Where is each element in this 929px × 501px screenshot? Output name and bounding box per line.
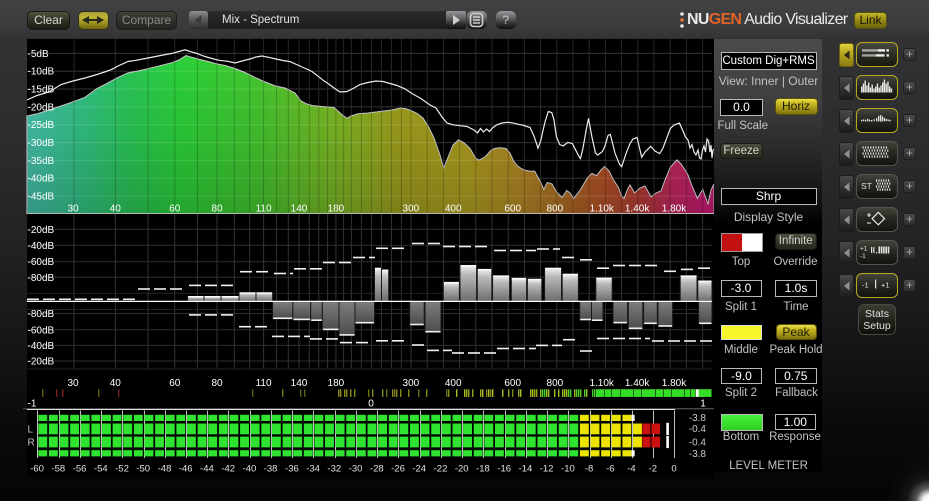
svg-text:180: 180 <box>328 204 345 215</box>
svg-text:-36: -36 <box>285 464 299 475</box>
svg-text:-15dB: -15dB <box>28 85 55 96</box>
svg-text:110: 110 <box>256 204 272 215</box>
svg-text:-42: -42 <box>221 464 235 475</box>
svg-text:0: 0 <box>671 464 676 475</box>
svg-text:60: 60 <box>169 378 181 389</box>
svg-text:-28: -28 <box>370 464 384 475</box>
svg-text:140: 140 <box>291 204 308 215</box>
svg-text:-45dB: -45dB <box>28 192 55 203</box>
svg-text:300: 300 <box>403 204 420 215</box>
svg-text:-44: -44 <box>200 464 214 475</box>
svg-text:-40dB: -40dB <box>28 174 55 185</box>
svg-text:300: 300 <box>403 378 420 389</box>
svg-text:-1: -1 <box>28 399 37 410</box>
svg-text:-14: -14 <box>519 464 533 475</box>
svg-text:-2: -2 <box>649 464 657 475</box>
svg-text:-35dB: -35dB <box>28 156 55 167</box>
svg-text:-46: -46 <box>179 464 193 475</box>
svg-text:180: 180 <box>328 378 345 389</box>
svg-text:-6: -6 <box>606 464 614 475</box>
svg-text:-1: -1 <box>860 253 866 260</box>
svg-text:-4: -4 <box>627 464 635 475</box>
svg-text:600: 600 <box>504 378 521 389</box>
svg-text:-10: -10 <box>561 464 575 475</box>
svg-text:40: 40 <box>110 378 122 389</box>
svg-text:-24: -24 <box>412 464 426 475</box>
svg-text:-30dB: -30dB <box>28 138 55 149</box>
svg-text:-20: -20 <box>455 464 469 475</box>
svg-text:0: 0 <box>368 399 374 410</box>
svg-text:80: 80 <box>211 378 223 389</box>
svg-text:-54: -54 <box>94 464 108 475</box>
svg-text:-20dB: -20dB <box>28 357 55 368</box>
svg-text:40: 40 <box>110 204 122 215</box>
svg-text:+1: +1 <box>860 246 868 253</box>
svg-text:140: 140 <box>291 378 308 389</box>
svg-text:-3.8: -3.8 <box>689 449 707 460</box>
svg-text:-1: -1 <box>862 281 869 290</box>
svg-text:-0.4: -0.4 <box>689 424 707 435</box>
svg-text:-20dB: -20dB <box>28 102 55 113</box>
svg-text:-18: -18 <box>476 464 490 475</box>
svg-text:-8: -8 <box>585 464 593 475</box>
svg-text:-34: -34 <box>306 464 320 475</box>
svg-text:1.10k: 1.10k <box>589 204 614 215</box>
svg-text:30: 30 <box>67 204 79 215</box>
svg-text:-16: -16 <box>497 464 511 475</box>
svg-text:ST: ST <box>861 181 872 191</box>
svg-text:-48: -48 <box>158 464 172 475</box>
svg-text:-60: -60 <box>30 464 44 475</box>
svg-text:-50: -50 <box>136 464 150 475</box>
svg-text:1.80k: 1.80k <box>662 204 687 215</box>
svg-text:800: 800 <box>547 378 564 389</box>
svg-text:30: 30 <box>67 378 79 389</box>
svg-text:-52: -52 <box>115 464 129 475</box>
svg-text:1.10k: 1.10k <box>589 378 614 389</box>
svg-text:-40: -40 <box>243 464 257 475</box>
svg-text:1.80k: 1.80k <box>662 378 687 389</box>
svg-text:400: 400 <box>445 204 462 215</box>
svg-text:-5dB: -5dB <box>28 49 49 60</box>
svg-text:-20dB: -20dB <box>28 225 55 236</box>
svg-text:-56: -56 <box>73 464 87 475</box>
svg-text:-58: -58 <box>51 464 65 475</box>
svg-text:R: R <box>28 438 35 449</box>
svg-text:-25dB: -25dB <box>28 120 55 131</box>
svg-text:+1: +1 <box>881 281 890 290</box>
svg-text:-32: -32 <box>327 464 341 475</box>
svg-text:-22: -22 <box>434 464 448 475</box>
svg-text:-0.4: -0.4 <box>689 438 707 449</box>
svg-text:-60dB: -60dB <box>28 257 55 268</box>
svg-text:60: 60 <box>169 204 181 215</box>
svg-text:-12: -12 <box>540 464 554 475</box>
svg-text:1.40k: 1.40k <box>625 204 650 215</box>
svg-text:-38: -38 <box>264 464 278 475</box>
svg-text:-3.8: -3.8 <box>689 413 707 424</box>
svg-text:600: 600 <box>504 204 521 215</box>
svg-text:-80dB: -80dB <box>28 309 55 320</box>
svg-text:400: 400 <box>445 378 462 389</box>
svg-text:-26: -26 <box>391 464 405 475</box>
svg-text:-80dB: -80dB <box>28 273 55 284</box>
svg-text:80: 80 <box>211 204 223 215</box>
svg-text:-30: -30 <box>349 464 363 475</box>
svg-text:110: 110 <box>256 378 272 389</box>
svg-text:-60dB: -60dB <box>28 325 55 336</box>
svg-text:L: L <box>28 425 34 436</box>
svg-text:-40dB: -40dB <box>28 341 55 352</box>
svg-text:800: 800 <box>547 204 564 215</box>
svg-text:-10dB: -10dB <box>28 67 55 78</box>
svg-text:1: 1 <box>700 399 706 410</box>
svg-text:1.40k: 1.40k <box>625 378 650 389</box>
svg-text:-40dB: -40dB <box>28 241 55 252</box>
